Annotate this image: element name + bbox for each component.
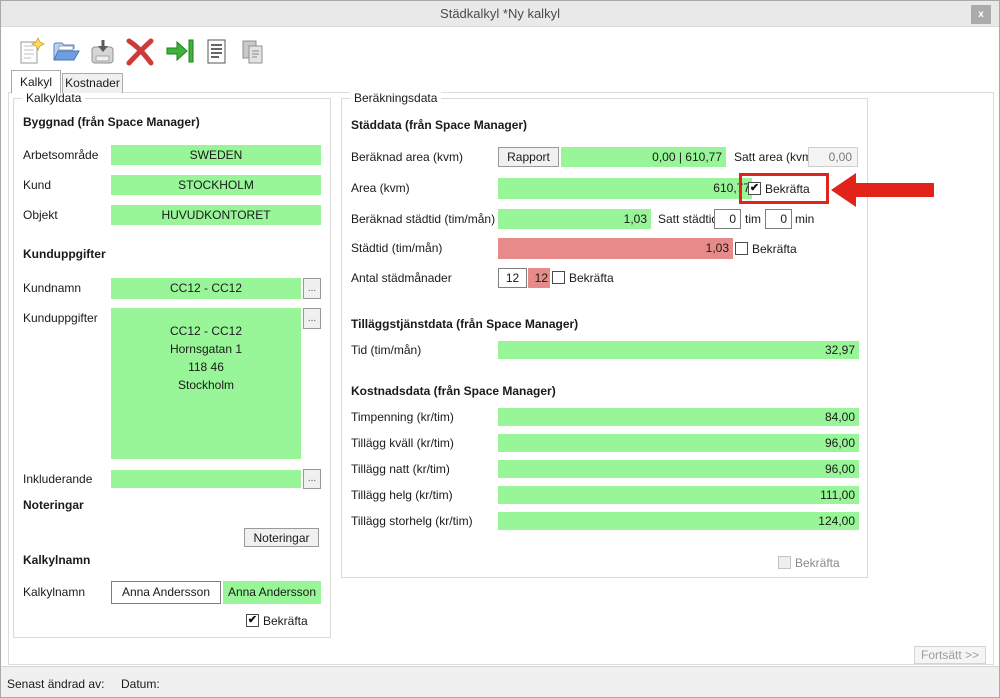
label-kalkylnamn: Kalkylnamn [23, 585, 86, 599]
annotation-highlight-box [739, 173, 829, 204]
label-area: Area (kvm) [351, 181, 410, 195]
label-tillagg-kvall: Tillägg kväll (kr/tim) [351, 436, 454, 450]
kostnad-bekrafta-label: Bekräfta [795, 556, 840, 570]
field-tillagg-natt: 96,00 [498, 460, 859, 478]
kund-details-line: CC12 - CC12 [169, 324, 243, 338]
stadtid-bekrafta-label: Bekräfta [752, 242, 797, 256]
stadmanader-input[interactable]: 12 [498, 268, 527, 288]
field-kunduppgifter-details: CC12 - CC12 Hornsgatan 1 118 46 Stockhol… [111, 308, 301, 459]
title-bar: Städkalkyl *Ny kalkyl x [1, 1, 999, 27]
heading-kalkylnamn: Kalkylnamn [23, 553, 91, 567]
kalkylnamn-confirmed-field: Anna Andersson [223, 581, 321, 604]
stadtid-bekrafta-checkbox[interactable] [735, 242, 748, 255]
field-stadtid[interactable]: 1,03 [498, 238, 733, 259]
heading-tillaggstjanstdata: Tilläggstjänstdata (från Space Manager) [351, 317, 579, 331]
field-objekt: HUVUDKONTORET [111, 205, 321, 225]
heading-byggnad: Byggnad (från Space Manager) [23, 115, 200, 129]
group-berakningsdata: Beräkningsdata [341, 91, 868, 578]
label-kund: Kund [23, 178, 52, 192]
save-icon[interactable] [87, 37, 117, 67]
status-datum-label: Datum: [121, 677, 160, 691]
kund-details-line: Hornsgatan 1 [169, 342, 243, 356]
field-stadmanader: 12 [528, 268, 550, 288]
field-beraknad-area: 0,00 | 610,77 [561, 147, 726, 167]
label-tillagg-helg: Tillägg helg (kr/tim) [351, 488, 453, 502]
label-beraknad-stadtid: Beräknad städtid (tim/mån) [351, 212, 496, 226]
label-kunduppgifter: Kunduppgifter [23, 311, 98, 325]
open-file-icon[interactable] [51, 37, 81, 67]
export-icon[interactable] [165, 37, 195, 67]
kalkylnamn-input[interactable]: Anna Andersson [111, 581, 221, 604]
report-icon[interactable] [204, 37, 234, 67]
annotation-arrow-icon [831, 171, 936, 212]
field-kundnamn: CC12 - CC12 [111, 278, 301, 299]
close-button[interactable]: x [971, 5, 991, 24]
fortsatt-button[interactable]: Fortsätt >> [914, 646, 986, 664]
satt-stadtid-min-input[interactable]: 0 [765, 209, 792, 229]
noteringar-button[interactable]: Noteringar [244, 528, 319, 547]
label-arbetsomrade: Arbetsområde [23, 148, 99, 162]
inkluderande-browse-button[interactable]: ... [303, 469, 321, 489]
status-bar: Senast ändrad av: Datum: [1, 666, 999, 697]
label-satt-stadtid: Satt städtid [658, 212, 719, 226]
group-kalkyldata-legend: Kalkyldata [22, 91, 86, 105]
label-inkluderande: Inkluderande [23, 472, 93, 486]
field-kund: STOCKHOLM [111, 175, 321, 195]
label-objekt: Objekt [23, 208, 58, 222]
tab-kalkyl[interactable]: Kalkyl [11, 70, 61, 93]
satt-stadtid-tim-input[interactable]: 0 [714, 209, 741, 229]
label-beraknad-area: Beräknad area (kvm) [351, 150, 464, 164]
new-document-icon[interactable] [17, 37, 47, 67]
label-satt-area: Satt area (kvm) [734, 150, 817, 164]
field-area[interactable]: 610,77 [498, 178, 752, 199]
status-senast-andrad-label: Senast ändrad av: [7, 677, 105, 691]
group-berakningsdata-legend: Beräkningsdata [350, 91, 442, 105]
kalkylnamn-bekrafta-checkbox[interactable] [246, 614, 259, 627]
label-tid: Tid (tim/mån) [351, 343, 422, 357]
heading-noteringar: Noteringar [23, 498, 84, 512]
field-inkluderande [111, 470, 301, 488]
field-tid: 32,97 [498, 341, 859, 359]
dialog-stadkalkyl: Städkalkyl *Ny kalkyl x Kalkyl Kostnader… [0, 0, 1000, 698]
field-tillagg-helg: 111,00 [498, 486, 859, 504]
heading-kunduppgifter: Kunduppgifter [23, 247, 106, 261]
field-timpenning: 84,00 [498, 408, 859, 426]
kundnamn-browse-button[interactable]: ... [303, 278, 321, 299]
heading-kostnadsdata: Kostnadsdata (från Space Manager) [351, 384, 556, 398]
kalkylnamn-bekrafta-label: Bekräfta [263, 614, 308, 628]
window-title: Städkalkyl *Ny kalkyl [440, 6, 560, 21]
label-min: min [795, 212, 815, 226]
field-beraknad-stadtid: 1,03 [498, 209, 651, 229]
label-tim: tim [745, 212, 761, 226]
delete-icon[interactable] [124, 37, 154, 67]
field-tillagg-storhelg: 124,00 [498, 512, 859, 530]
label-stadtid: Städtid (tim/mån) [351, 241, 443, 255]
stadmanader-bekrafta-label: Bekräfta [569, 271, 614, 285]
satt-area-input: 0,00 [808, 147, 858, 167]
label-timpenning: Timpenning (kr/tim) [351, 410, 454, 424]
label-tillagg-natt: Tillägg natt (kr/tim) [351, 462, 450, 476]
kostnad-bekrafta-checkbox [778, 556, 791, 569]
kund-details-line: 118 46 [188, 360, 224, 374]
kunduppgifter-browse-button[interactable]: ... [303, 308, 321, 329]
field-arbetsomrade: SWEDEN [111, 145, 321, 165]
label-kundnamn: Kundnamn [23, 281, 82, 295]
field-tillagg-kvall: 96,00 [498, 434, 859, 452]
rapport-button[interactable]: Rapport [498, 147, 559, 167]
label-tillagg-storhelg: Tillägg storhelg (kr/tim) [351, 514, 473, 528]
heading-staddata: Städdata (från Space Manager) [351, 118, 528, 132]
tab-kostnader[interactable]: Kostnader [62, 73, 123, 93]
label-antal-stadmanader: Antal städmånader [351, 271, 452, 285]
kund-details-line: Stockholm [177, 378, 235, 392]
copy-icon[interactable] [239, 37, 269, 67]
stadmanader-bekrafta-checkbox[interactable] [552, 271, 565, 284]
